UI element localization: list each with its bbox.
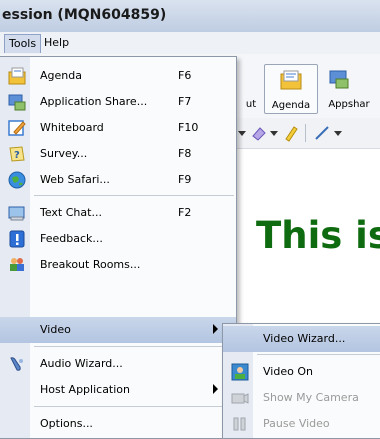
menu-item-audio-wizard[interactable]: Audio Wizard...	[0, 351, 236, 377]
whiteboard-icon	[8, 120, 26, 136]
audio-wizard-icon	[10, 357, 23, 371]
line-tool-icon[interactable]	[313, 124, 331, 142]
agenda-icon	[280, 70, 302, 90]
menu-item-host-application[interactable]: Host Application	[0, 377, 236, 403]
menu-item-web-safari[interactable]: Web Safari... F9	[0, 167, 236, 193]
camera-icon	[231, 393, 249, 404]
feedback-icon	[9, 230, 25, 248]
submenu-arrow-icon	[213, 324, 218, 334]
menu-separator	[34, 346, 234, 347]
submenu-arrow-icon	[213, 384, 218, 394]
svg-text:?: ?	[14, 150, 20, 161]
text-chat-icon	[8, 206, 25, 221]
menu-item-text-chat[interactable]: Text Chat... F2	[0, 200, 236, 226]
menu-separator	[34, 195, 234, 196]
pause-video-icon	[233, 417, 246, 431]
menu-item-show-my-camera[interactable]: Show My Camera	[223, 385, 380, 411]
menu-item-video-on[interactable]: Video On	[223, 359, 380, 385]
menu-item-breakout-rooms[interactable]: Breakout Rooms...	[0, 252, 236, 278]
menu-item-pause-video[interactable]: Pause Video	[223, 411, 380, 437]
toolbar-partial-button[interactable]: ut	[240, 64, 262, 112]
menu-item-feedback[interactable]: Feedback...	[0, 226, 236, 252]
dropdown-arrow-icon	[334, 131, 342, 136]
menu-item-video-wizard[interactable]: Video Wizard...	[223, 326, 380, 352]
breakout-rooms-icon	[10, 258, 24, 271]
application-share-icon	[329, 70, 349, 89]
title-bar: ession (MQN604859)	[0, 0, 380, 33]
web-safari-icon	[8, 171, 26, 189]
menu-item-application-share[interactable]: Application Share... F7	[0, 89, 236, 115]
toolbar-divider	[305, 124, 306, 142]
dropdown-arrow-icon	[270, 131, 278, 136]
menu-separator	[34, 406, 234, 407]
menu-item-options[interactable]: Options...	[0, 411, 236, 437]
application-share-icon	[8, 94, 26, 111]
canvas-text: This is	[256, 214, 380, 257]
video-submenu: Video Wizard... Video On Show My Camera …	[222, 323, 380, 439]
window-title: ession (MQN604859)	[2, 7, 167, 23]
toolbar-appshare-button[interactable]: Appshar	[318, 64, 380, 112]
dropdown-arrow-icon	[238, 131, 246, 136]
video-on-icon	[231, 363, 249, 381]
menu-tools[interactable]: Tools	[4, 34, 42, 53]
menu-bar: Tools Help	[0, 32, 380, 55]
agenda-icon	[8, 67, 26, 85]
menu-item-agenda[interactable]: Agenda F6	[0, 63, 236, 89]
eraser-icon[interactable]	[250, 124, 268, 142]
tools-menu: Agenda F6 Application Share... F7 Whiteb…	[0, 56, 237, 439]
highlighter-icon[interactable]	[282, 124, 300, 142]
survey-icon: ?	[9, 146, 25, 162]
toolbar-agenda-button[interactable]: Agenda	[264, 64, 318, 114]
menu-help[interactable]: Help	[40, 34, 73, 52]
menu-item-whiteboard[interactable]: Whiteboard F10	[0, 115, 236, 141]
menu-item-video[interactable]: Video	[0, 317, 236, 343]
menu-item-survey[interactable]: ? Survey... F8	[0, 141, 236, 167]
menu-separator	[257, 354, 380, 355]
